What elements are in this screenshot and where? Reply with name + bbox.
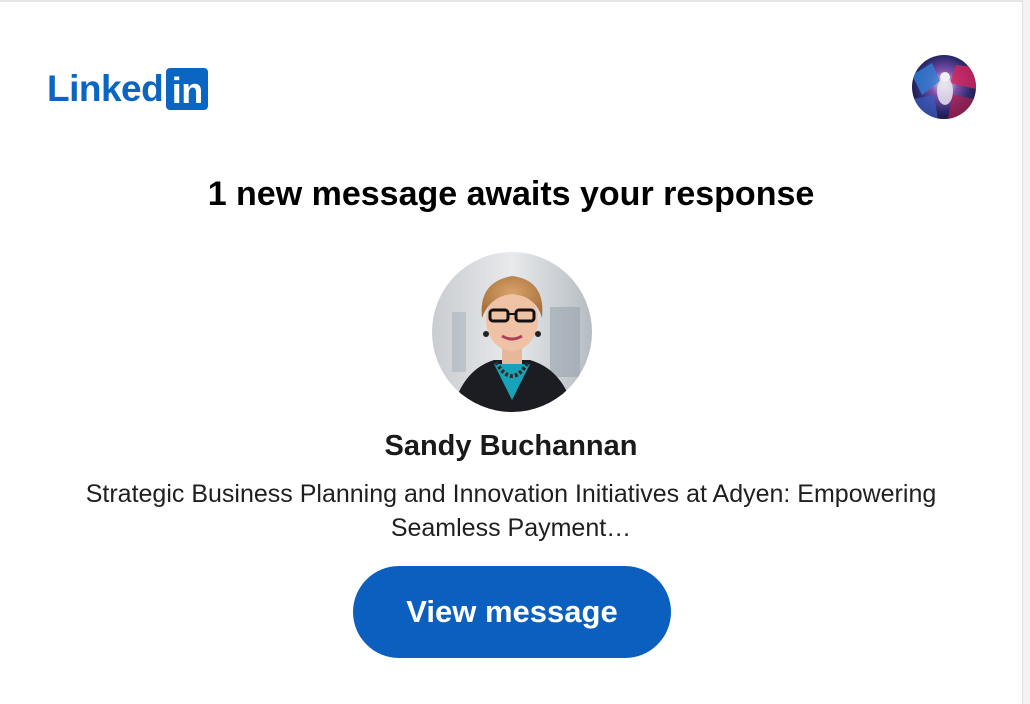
scrollbar-track[interactable] [1022, 0, 1030, 704]
user-avatar-icon [912, 55, 976, 119]
sender-name[interactable]: Sandy Buchannan [0, 428, 1022, 464]
email-card: Linked in 1 new message awaits your resp… [0, 2, 1022, 704]
logo-in-text: in [171, 70, 204, 111]
logo-wordmark: Linked [47, 68, 164, 109]
view-message-button[interactable]: View message [353, 566, 671, 658]
profile-photo-icon [432, 252, 592, 412]
linkedin-logo[interactable]: Linked in [47, 68, 209, 111]
sender-photo[interactable] [432, 252, 592, 412]
notification-headline: 1 new message awaits your response [207, 175, 815, 213]
logo-in-box: in [166, 68, 209, 111]
account-avatar[interactable] [912, 55, 976, 119]
sender-headline: Strategic Business Planning and Innovati… [85, 480, 937, 542]
